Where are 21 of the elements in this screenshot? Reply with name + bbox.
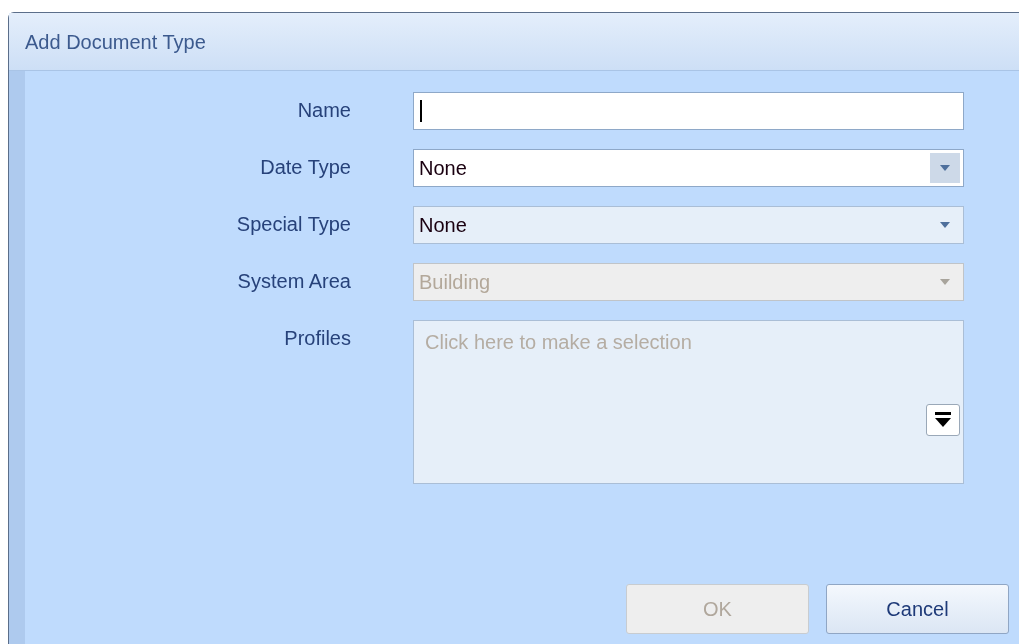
expand-icon bbox=[934, 412, 952, 428]
expand-button[interactable] bbox=[926, 404, 960, 436]
field-label: Date Type bbox=[259, 155, 351, 180]
field-label: Profiles bbox=[283, 326, 351, 351]
dropdown-value: Building bbox=[419, 270, 492, 295]
field-label: System Area bbox=[236, 269, 351, 294]
text-cursor bbox=[420, 100, 422, 122]
field-label: Name bbox=[296, 98, 351, 123]
caret-icon bbox=[940, 222, 950, 228]
name-field[interactable] bbox=[413, 92, 964, 130]
cancel-button[interactable]: Cancel bbox=[826, 584, 1009, 634]
caret-icon bbox=[940, 165, 950, 171]
field-label: Special Type bbox=[235, 212, 351, 237]
dropdown-field[interactable]: None bbox=[413, 149, 964, 187]
dropdown-value: None bbox=[419, 156, 468, 181]
dropdown-value: None bbox=[419, 213, 468, 238]
dropdown-field[interactable]: None bbox=[413, 206, 964, 244]
dropdown-arrow-button[interactable] bbox=[930, 153, 960, 183]
window-title: Add Document Type bbox=[25, 29, 206, 55]
caret-icon bbox=[940, 279, 950, 285]
multiselect-placeholder: Click here to make a selection bbox=[425, 330, 693, 355]
